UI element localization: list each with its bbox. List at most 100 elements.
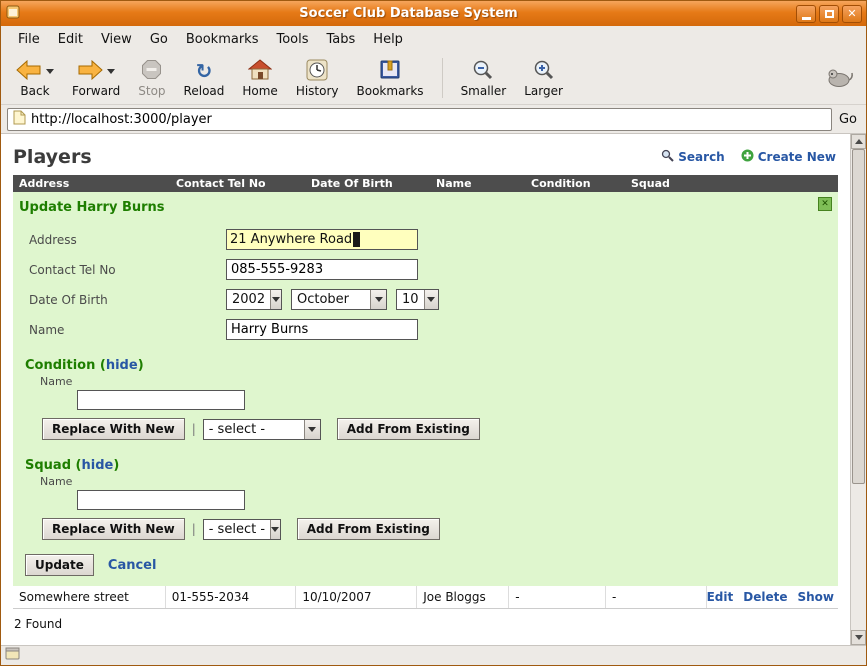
squad-add-button[interactable]: Add From Existing bbox=[297, 518, 440, 540]
back-dropdown-icon[interactable] bbox=[46, 69, 54, 74]
titlebar[interactable]: Soccer Club Database System ✕ bbox=[1, 1, 866, 26]
bookmarks-button[interactable]: Bookmarks bbox=[348, 56, 433, 100]
dob-month-value: October bbox=[292, 290, 370, 309]
condition-name-label: Name bbox=[40, 375, 832, 388]
form-title: Update Harry Burns bbox=[19, 200, 832, 215]
delete-link[interactable]: Delete bbox=[743, 590, 787, 604]
results-count: 2 Found bbox=[1, 609, 850, 631]
vertical-scrollbar bbox=[850, 134, 866, 645]
menu-view[interactable]: View bbox=[92, 28, 141, 51]
search-icon bbox=[661, 149, 674, 165]
edit-link[interactable]: Edit bbox=[707, 590, 734, 604]
forward-dropdown-icon[interactable] bbox=[107, 69, 115, 74]
zoom-in-icon bbox=[533, 59, 555, 84]
menu-bookmarks[interactable]: Bookmarks bbox=[177, 28, 268, 51]
menu-file[interactable]: File bbox=[9, 28, 49, 51]
scrollbar-track[interactable] bbox=[851, 149, 866, 630]
bookmarks-icon bbox=[378, 59, 402, 83]
page-icon bbox=[13, 110, 26, 128]
dob-day-value: 10 bbox=[397, 290, 424, 309]
window-title: Soccer Club Database System bbox=[25, 6, 792, 21]
home-button[interactable]: Home bbox=[233, 56, 286, 100]
scroll-up-icon[interactable] bbox=[851, 134, 866, 149]
condition-select-value: - select - bbox=[204, 420, 304, 439]
smaller-label: Smaller bbox=[461, 84, 507, 98]
chevron-down-icon bbox=[304, 420, 320, 439]
dob-month-select[interactable]: October bbox=[291, 289, 387, 310]
minimize-button[interactable] bbox=[796, 5, 816, 23]
menu-help[interactable]: Help bbox=[364, 28, 412, 51]
scroll-down-icon[interactable] bbox=[851, 630, 866, 645]
search-link-label: Search bbox=[678, 150, 724, 164]
create-new-link[interactable]: Create New bbox=[741, 149, 836, 165]
squad-hide-link[interactable]: hide bbox=[82, 458, 114, 473]
column-dob: Date Of Birth bbox=[305, 177, 430, 190]
condition-hide-link[interactable]: hide bbox=[106, 358, 138, 373]
url-field[interactable] bbox=[7, 108, 832, 131]
maximize-button[interactable] bbox=[819, 5, 839, 23]
plus-icon bbox=[741, 149, 754, 165]
condition-name-field[interactable] bbox=[77, 390, 245, 410]
status-bar bbox=[1, 645, 866, 665]
row-address: Somewhere street bbox=[13, 586, 165, 608]
status-icon[interactable] bbox=[5, 647, 21, 664]
scrollbar-thumb[interactable] bbox=[852, 149, 865, 484]
name-label: Name bbox=[19, 323, 226, 337]
row-squad: - bbox=[605, 586, 706, 608]
table-header: Address Contact Tel No Date Of Birth Nam… bbox=[13, 175, 838, 192]
address-value: 21 Anywhere Road bbox=[230, 232, 352, 247]
row-dob: 10/10/2007 bbox=[295, 586, 416, 608]
column-contact: Contact Tel No bbox=[170, 177, 305, 190]
condition-replace-button[interactable]: Replace With New bbox=[42, 418, 185, 440]
menu-tools[interactable]: Tools bbox=[267, 28, 317, 51]
chevron-down-icon bbox=[270, 520, 280, 539]
column-squad: Squad bbox=[625, 177, 838, 190]
squad-select[interactable]: - select - bbox=[203, 519, 281, 540]
dob-year-select[interactable]: 2002 bbox=[226, 289, 282, 310]
squad-replace-button[interactable]: Replace With New bbox=[42, 518, 185, 540]
update-button[interactable]: Update bbox=[25, 554, 94, 576]
smaller-button[interactable]: Smaller bbox=[452, 56, 516, 100]
condition-select[interactable]: - select - bbox=[203, 419, 321, 440]
toolbar-separator bbox=[442, 58, 443, 98]
stop-label: Stop bbox=[138, 84, 165, 98]
form-close-icon[interactable]: ✕ bbox=[818, 197, 832, 211]
contact-field[interactable] bbox=[226, 259, 418, 280]
dob-day-select[interactable]: 10 bbox=[396, 289, 439, 310]
name-field[interactable] bbox=[226, 319, 418, 340]
url-input[interactable] bbox=[31, 110, 826, 129]
close-button[interactable]: ✕ bbox=[842, 5, 862, 23]
forward-button[interactable]: Forward bbox=[63, 56, 129, 100]
page-title: Players bbox=[13, 146, 92, 168]
table-row: Somewhere street 01-555-2034 10/10/2007 … bbox=[13, 586, 838, 609]
home-icon bbox=[248, 59, 272, 83]
go-button[interactable]: Go bbox=[839, 112, 860, 127]
search-link[interactable]: Search bbox=[661, 149, 724, 165]
reload-button[interactable]: ↻ Reload bbox=[175, 56, 234, 100]
address-field[interactable]: 21 Anywhere Road bbox=[226, 229, 418, 250]
history-button[interactable]: History bbox=[287, 56, 348, 100]
back-button[interactable]: Back bbox=[7, 56, 63, 100]
create-new-label: Create New bbox=[758, 150, 836, 164]
forward-label: Forward bbox=[72, 84, 120, 98]
menu-edit[interactable]: Edit bbox=[49, 28, 92, 51]
show-link[interactable]: Show bbox=[797, 590, 834, 604]
back-label: Back bbox=[20, 84, 49, 98]
squad-name-field[interactable] bbox=[77, 490, 245, 510]
stop-icon bbox=[141, 59, 162, 83]
address-label: Address bbox=[19, 233, 226, 247]
condition-add-button[interactable]: Add From Existing bbox=[337, 418, 480, 440]
row-condition: - bbox=[508, 586, 605, 608]
home-label: Home bbox=[242, 84, 277, 98]
chevron-down-icon bbox=[270, 290, 281, 309]
menu-tabs[interactable]: Tabs bbox=[318, 28, 365, 51]
condition-section-title: Condition (hide) bbox=[25, 358, 832, 373]
cancel-link[interactable]: Cancel bbox=[108, 558, 157, 573]
menu-bar: File Edit View Go Bookmarks Tools Tabs H… bbox=[1, 26, 866, 52]
squad-name-label: Name bbox=[40, 475, 832, 488]
page-content: Players Search Create New bbox=[1, 134, 866, 645]
menu-go[interactable]: Go bbox=[141, 28, 177, 51]
update-form-panel: Update Harry Burns ✕ Address 21 Anywhere… bbox=[13, 192, 838, 586]
larger-button[interactable]: Larger bbox=[515, 56, 572, 100]
chevron-down-icon bbox=[370, 290, 386, 309]
